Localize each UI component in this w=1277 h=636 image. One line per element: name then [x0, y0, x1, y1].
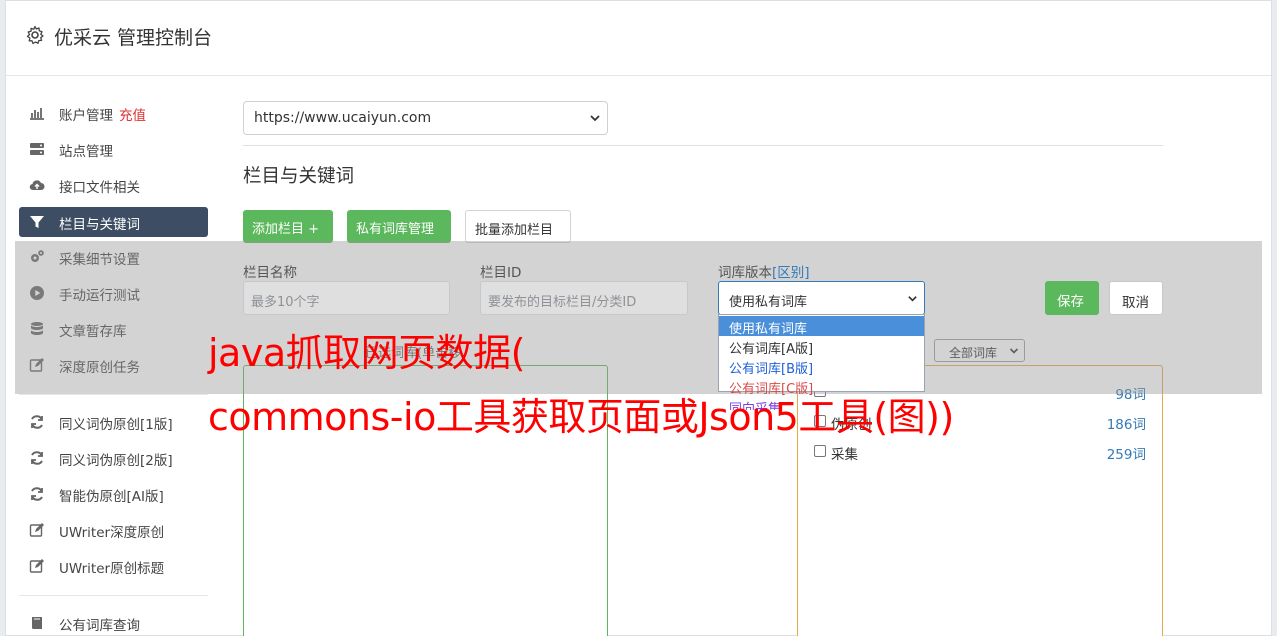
dropdown-option[interactable]: 公有词库[A版] [719, 336, 924, 357]
lib-checkbox[interactable] [814, 445, 826, 457]
sidebar-item-label: 接口文件相关 [59, 180, 140, 196]
sidebar-item-account[interactable]: 账户管理 充值 [19, 98, 208, 128]
dropdown-option[interactable]: 公有词库[B版] [719, 356, 924, 377]
sidebar-item-sites[interactable]: 站点管理 [19, 134, 208, 164]
watermark-line-2: commons-io工具获取页面或Json5工具(图)) [208, 395, 954, 439]
save-button[interactable]: 保存 [1045, 281, 1099, 315]
lib-version-value: 使用私有词库 [729, 295, 808, 310]
lib-count: 259词 [1106, 447, 1146, 463]
private-lib-button[interactable]: 私有词库管理 [347, 210, 451, 243]
lib-version-label-text: 词库版本 [718, 265, 772, 281]
sidebar-item-synonym-v1[interactable]: 同义词伪原创[1版] [19, 407, 208, 437]
site-select-value: https://www.ucaiyun.com [254, 110, 432, 126]
sidebar-item-label: 同义词伪原创[1版] [59, 417, 173, 433]
dropdown-option[interactable]: 使用私有词库 [719, 316, 924, 337]
sidebar-item-uwriter-title[interactable]: UWriter原创标题 [19, 551, 208, 581]
sidebar-item-label: UWriter深度原创 [59, 525, 165, 541]
divider [243, 145, 1163, 146]
version-diff-link[interactable]: [区别] [772, 265, 810, 281]
sidebar-item-label: UWriter原创标题 [59, 561, 165, 577]
gear-icon [26, 25, 44, 45]
book-icon [32, 617, 42, 629]
lib-version-select[interactable]: 使用私有词库 [718, 281, 925, 315]
modal-overlay [15, 241, 1262, 394]
chevron-down-icon [590, 115, 600, 122]
refresh-icon [31, 415, 43, 429]
sidebar-item-label: 公有词库查询 [59, 618, 140, 634]
column-id-input[interactable]: 要发布的目标栏目/分类ID [480, 281, 688, 315]
column-id-label: 栏目ID [480, 265, 522, 281]
chevron-down-icon [908, 296, 917, 302]
sidebar-item-label: 站点管理 [59, 144, 113, 160]
sidebar-item-label: 栏目与关键词 [59, 217, 140, 233]
server-icon [30, 143, 44, 155]
lib-name: 采集 [831, 447, 858, 463]
site-select[interactable]: https://www.ucaiyun.com [243, 101, 608, 135]
sidebar-item-interface[interactable]: 接口文件相关 [19, 170, 208, 200]
watermark-line-1: java抓取网页数据( [208, 331, 525, 375]
column-name-label: 栏目名称 [243, 265, 297, 281]
filter-icon [30, 216, 44, 228]
page-header: 优采云 管理控制台 [6, 1, 1271, 76]
sidebar-item-uwriter-deep[interactable]: UWriter深度原创 [19, 515, 208, 545]
sidebar-item-label: 同义词伪原创[2版] [59, 453, 173, 469]
sidebar-divider [19, 394, 208, 395]
refresh-icon [31, 451, 43, 465]
sidebar-divider [19, 595, 208, 596]
section-title: 栏目与关键词 [243, 166, 355, 187]
edit-icon [29, 523, 44, 537]
edit-icon [29, 559, 44, 573]
page-title: 优采云 管理控制台 [54, 27, 213, 49]
sidebar-item-label: 智能伪原创[AI版] [59, 489, 164, 505]
bar-chart-icon [30, 108, 44, 120]
batch-add-button[interactable]: 批量添加栏目 [465, 210, 571, 243]
refresh-icon [31, 487, 43, 501]
lib-version-dropdown: 使用私有词库 公有词库[A版] 公有词库[B版] 公有词库[C版] 同向采集 [718, 314, 925, 410]
sidebar-item-columns[interactable]: 栏目与关键词 [19, 207, 208, 237]
sidebar-item-ai-original[interactable]: 智能伪原创[AI版] [19, 479, 208, 509]
lib-count: 186词 [1106, 417, 1146, 433]
add-column-button[interactable]: 添加栏目 + [243, 210, 333, 243]
sidebar-item-public-lib[interactable]: 公有词库查询 [19, 608, 208, 636]
sidebar-item-label: 账户管理 [59, 108, 113, 124]
lib-version-label: 词库版本[区别] [718, 261, 810, 281]
sidebar-item-synonym-v2[interactable]: 同义词伪原创[2版] [19, 443, 208, 473]
cloud-upload-icon [29, 180, 45, 191]
column-name-input[interactable]: 最多10个字 [243, 281, 450, 315]
cancel-button[interactable]: 取消 [1109, 281, 1163, 315]
recharge-link[interactable]: 充值 [119, 108, 146, 124]
